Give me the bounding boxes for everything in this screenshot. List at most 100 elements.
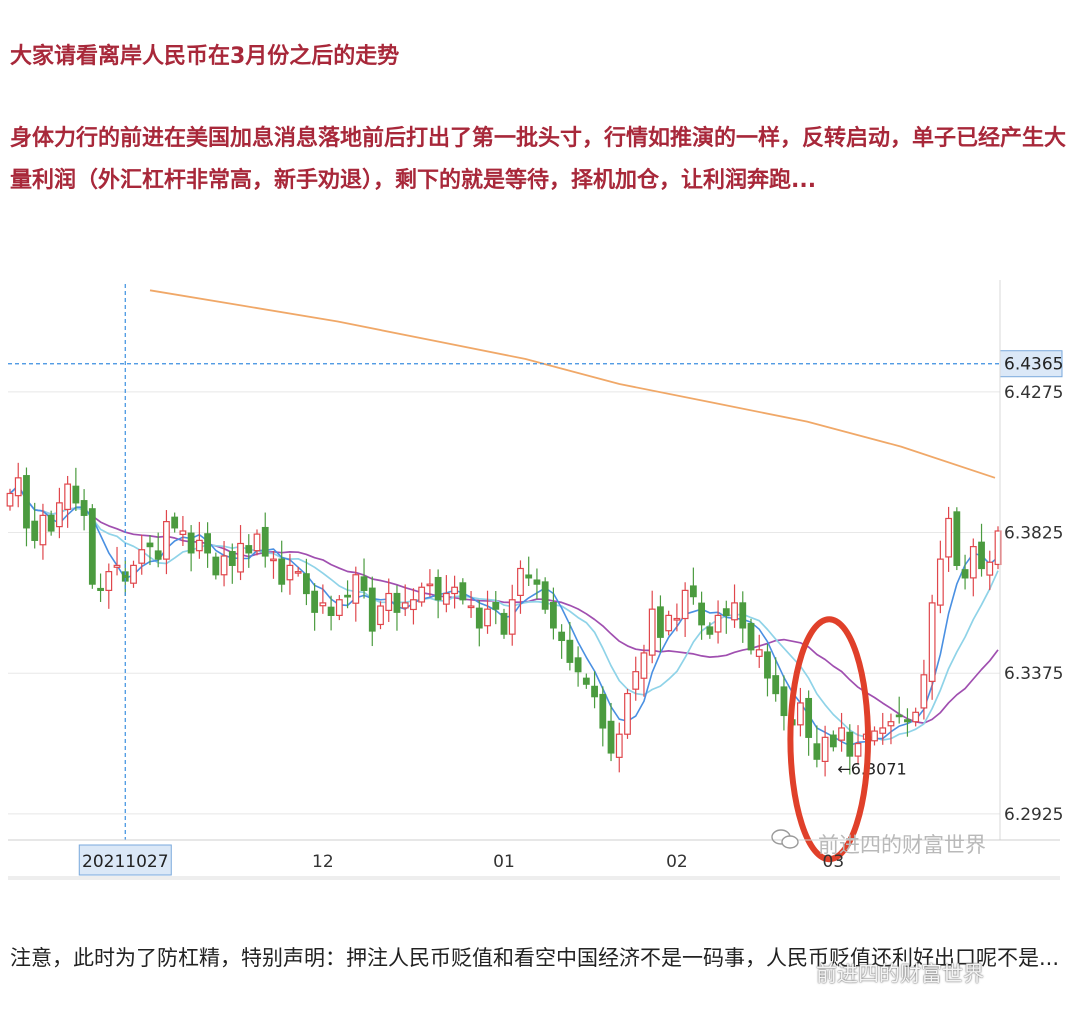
candle-up (969, 546, 977, 579)
candle-down (393, 592, 401, 613)
candle-down (261, 526, 269, 557)
candle-down (228, 551, 236, 566)
x-tick-label: 01 (493, 852, 515, 872)
candle-up (237, 542, 244, 573)
candle-up (517, 567, 524, 596)
candle-down (953, 511, 961, 566)
candle-up (377, 605, 384, 626)
candle-down (146, 542, 154, 548)
candle-down (344, 594, 351, 598)
candle-up (253, 533, 261, 552)
candle-down (541, 581, 549, 610)
candle-up (410, 599, 417, 611)
x-tick-label: 02 (666, 852, 688, 872)
article-heading: 大家请看离岸人民币在3月份之后的走势 (10, 44, 400, 69)
y-tick-label: 6.4275 (1004, 383, 1063, 403)
candle-down (574, 657, 582, 673)
candle-down (566, 639, 574, 663)
candle-up (426, 583, 434, 587)
candle-down (500, 612, 508, 635)
candle-down (978, 541, 985, 570)
candle-up (451, 586, 458, 595)
candle-down (47, 514, 55, 532)
candle-up (714, 614, 722, 633)
chart-watermark-text: 前进四的财富世界 (818, 833, 986, 857)
candle-down (360, 576, 368, 591)
candle-down (747, 622, 755, 651)
candle-up (335, 599, 343, 617)
candle-down (311, 590, 319, 613)
candle-down (459, 582, 467, 601)
candle-up (14, 477, 22, 497)
candle-down (739, 602, 747, 629)
candle-up (442, 592, 450, 605)
candle-up (887, 721, 895, 727)
candle-up (920, 674, 928, 709)
candle-down (31, 520, 39, 541)
candle-up (294, 571, 302, 574)
candle-up (912, 711, 920, 723)
candle-down (829, 734, 837, 748)
candle-up (418, 586, 426, 603)
candle-down (525, 574, 533, 579)
candle-down (772, 675, 780, 695)
candle-down (780, 686, 788, 717)
candle-up (163, 521, 170, 560)
candle-up (945, 517, 952, 558)
candle-down (550, 601, 557, 629)
candle-down (961, 569, 969, 579)
candle-down (813, 743, 821, 760)
candle-up (871, 730, 878, 742)
candle-down (475, 607, 483, 629)
candle-down (492, 601, 500, 610)
candle-up (352, 574, 360, 604)
candle-up (130, 564, 137, 584)
candle-up (105, 571, 113, 591)
candle-up (220, 555, 228, 576)
candle-down (72, 485, 80, 504)
candle-down (23, 475, 30, 529)
candle-up (6, 492, 14, 507)
candle-up (401, 602, 409, 609)
candle-up (56, 502, 63, 528)
candle-up (821, 736, 829, 763)
candle-up (195, 539, 203, 552)
candle-down (895, 714, 903, 718)
candle-down (657, 606, 664, 638)
candlestick-chart: 6.4365 20211027 ←6.3071 6.4275 6.3825 6.3375… (0, 280, 1080, 890)
candle-up (615, 733, 623, 758)
candle-up (138, 549, 146, 564)
candle-up (838, 727, 845, 741)
y-tick-label: 6.2925 (1004, 805, 1063, 825)
candle-down (245, 545, 253, 554)
candle-down (154, 550, 162, 560)
candle-down (599, 693, 607, 729)
candle-down (904, 719, 911, 723)
candle-down (591, 685, 598, 698)
candle-up (665, 614, 673, 632)
candle-down (303, 573, 310, 595)
candle-up (179, 530, 187, 536)
y-tick-label: 6.3825 (1004, 524, 1063, 544)
candle-down (689, 585, 697, 598)
candle-up (39, 514, 47, 546)
candle-up (673, 617, 681, 621)
candle-up (624, 692, 631, 735)
candle-down (171, 516, 179, 529)
candle-up (113, 564, 121, 568)
candle-up (648, 608, 656, 656)
candle-up (936, 558, 944, 606)
candle-up (319, 602, 327, 607)
candle-down (204, 533, 211, 554)
crosshair-price-label: 6.4365 (1004, 355, 1063, 375)
footer-watermark: 前进四的财富世界 (786, 958, 984, 988)
candle-up (854, 742, 862, 757)
candle-up (632, 671, 640, 690)
candle-up (755, 649, 763, 657)
candle-up (797, 702, 804, 726)
candle-down (698, 602, 705, 626)
candle-down (722, 608, 730, 617)
candle-up (928, 602, 936, 682)
candle-down (706, 626, 714, 635)
article-paragraph: 身体力行的前进在美国加息消息落地前后打出了第一批头寸，行情如推演的一样，反转启动… (10, 126, 1067, 193)
